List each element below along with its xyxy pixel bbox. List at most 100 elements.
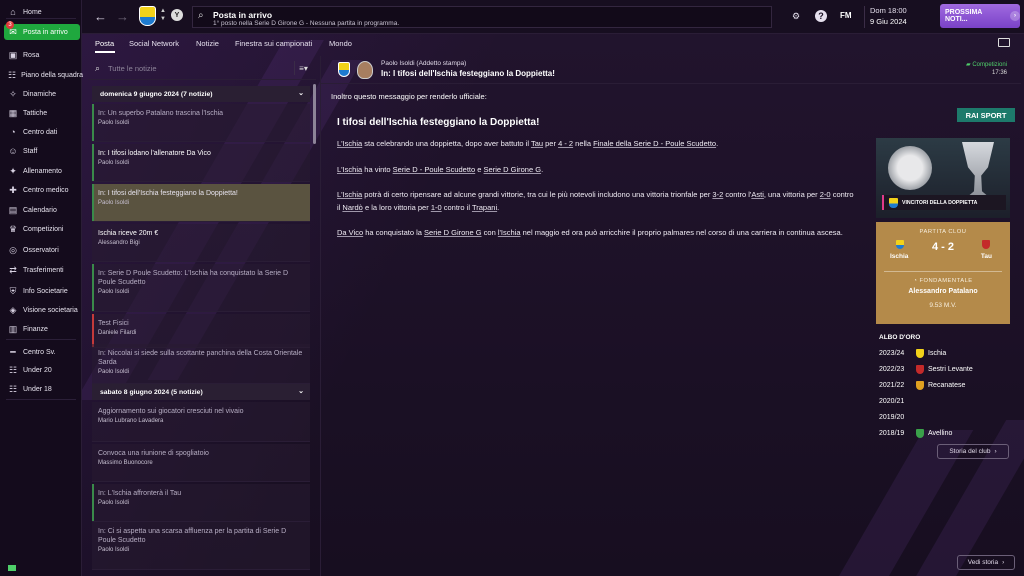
sender-name[interactable]: Paolo Isoldi (Addetto stampa) (381, 60, 466, 67)
trophy-card: VINCITORI DELLA DOPPIETTA (876, 138, 1010, 218)
club-crest[interactable] (139, 6, 156, 26)
message-title: In: Un superbo Patalano trascina l'Ischi… (98, 110, 224, 117)
filter-input[interactable]: Tutte le notizie (108, 64, 157, 73)
list-item[interactable]: In: Niccolai si siede sulla scottante pa… (92, 344, 310, 384)
match-card[interactable]: PARTITA CLOU 4 - 2 Ischia Tau ◔ FONDAMEN… (876, 222, 1010, 324)
sidebar-item-staff[interactable]: ☺ Staff (4, 143, 80, 159)
continue-button[interactable]: PROSSIMA NOTI... › (940, 4, 1020, 28)
sidebar-item-label: Posta in arrivo (23, 28, 68, 36)
search-bar[interactable]: ⌕ Posta in arrivo 1° posto nella Serie D… (192, 6, 772, 28)
sidebar-item-label: Finanze (23, 325, 48, 333)
scout-icon: ◎ (9, 244, 17, 255)
date-group-label: domenica 9 giugno 2024 (7 notizie) (100, 90, 213, 98)
message-title: In: L'Ischia affronterà il Tau (98, 490, 182, 497)
sidebar-item-competizioni[interactable]: ♛ Competizioni (4, 221, 80, 237)
sidebar-item-centro-medico[interactable]: ✚ Centro medico (4, 182, 80, 198)
medical-icon: ✚ (9, 184, 17, 195)
manager-icon[interactable]: Y (171, 9, 183, 21)
tab-notizie[interactable]: Notizie (196, 39, 219, 48)
u20-icon: ☷ (8, 364, 18, 375)
sidebar-item-centro-dati[interactable]: ◔ Centro dati (4, 124, 80, 140)
screen-icon[interactable] (998, 38, 1010, 47)
message-header: Paolo Isoldi (Addetto stampa) In: I tifo… (321, 56, 1021, 84)
date-group-label: sabato 8 giugno 2024 (5 notizie) (100, 388, 203, 396)
trophy-label: VINCITORI DELLA DOPPIETTA (882, 195, 1006, 210)
date-group-header[interactable]: sabato 8 giugno 2024 (5 notizie) ⌄ (92, 384, 310, 400)
sidebar-item-label: Centro medico (23, 186, 69, 194)
list-item[interactable]: Ischia riceve 20m € Alessandro Bigi (92, 224, 310, 262)
view-story-button[interactable]: Vedi storia › (957, 555, 1015, 570)
article-title: I tifosi dell'Ischia festeggiano la Dopp… (337, 117, 540, 128)
sidebar-item-posta-in-arrivo[interactable]: ✉ Posta in arrivo 3 (4, 21, 80, 40)
message-title: In: Serie D Poule Scudetto: L'Ischia ha … (98, 270, 289, 286)
settings-icon[interactable]: ⚙ (790, 10, 802, 22)
list-item[interactable]: In: Ci si aspetta una scarsa affluenza p… (92, 522, 310, 570)
sidebar-item-info-societarie[interactable]: ⛨ Info Societarie (4, 283, 80, 299)
chevron-right-icon: › (994, 448, 997, 455)
filter-bar[interactable]: ⌕ Tutte le notizie ≡▾ (88, 56, 316, 80)
message-sender: Paolo Isoldi (98, 369, 130, 375)
sidebar-item-tattiche[interactable]: ▦ Tattiche (4, 105, 80, 121)
list-item[interactable]: In: Serie D Poule Scudetto: L'Ischia ha … (92, 264, 310, 312)
dev-centre-icon: ━ (10, 346, 16, 357)
tab-finestra-campionati[interactable]: Finestra sui campionati (235, 39, 312, 48)
sidebar-item-dinamiche[interactable]: ✧ Dinamiche (4, 86, 80, 102)
sort-menu-icon[interactable]: ≡▾ (294, 61, 312, 75)
sidebar-item-label: Under 18 (23, 385, 52, 393)
category-bar (92, 184, 94, 221)
roll-of-honour-row[interactable]: 2021/22 Recanatese (879, 380, 1009, 394)
roll-of-honour-row[interactable]: 2018/19 Avellino (879, 428, 1009, 442)
sidebar-item-piano-della-squadra[interactable]: ☷ Piano della squadra (4, 67, 83, 83)
forward-arrow-icon[interactable]: → (116, 9, 129, 24)
roll-of-honour-row[interactable]: 2020/21 (879, 396, 1009, 410)
sidebar-item-osservatori[interactable]: ◎ Osservatori (4, 242, 80, 258)
list-item[interactable]: Test Fisici Daniele Filardi (92, 314, 310, 348)
shirt-icon: ▣ (8, 49, 18, 60)
winner-team: Sestri Levante (928, 366, 973, 373)
transfer-icon: ⇄ (9, 264, 17, 275)
sidebar-item-rosa[interactable]: ▣ Rosa (4, 47, 80, 63)
people-icon: ☷ (8, 69, 17, 80)
sidebar-item-allenamento[interactable]: ✦ Allenamento (4, 163, 80, 179)
list-scrollbar[interactable] (313, 84, 316, 144)
tab-social-network[interactable]: Social Network (129, 39, 179, 48)
view-story-label: Vedi storia (967, 559, 999, 566)
home-team: Ischia (890, 253, 909, 260)
roll-of-honour-row[interactable]: 2022/23 Sestri Levante (879, 364, 1009, 378)
sidebar-item-finanze[interactable]: ▥ Finanze (4, 321, 80, 337)
sidebar-item-label: Centro Sv. (23, 348, 56, 356)
back-arrow-icon[interactable]: ← (94, 9, 107, 24)
time-text: Dom 18:00 (870, 6, 907, 15)
chevron-down-icon[interactable]: ⌄ (298, 89, 304, 97)
status-icon[interactable] (8, 565, 16, 571)
message-sender: Paolo Isoldi (98, 120, 130, 126)
fm-logo[interactable]: FM (840, 11, 852, 20)
list-item[interactable]: In: I tifosi dell'Ischia festeggiano la … (92, 184, 310, 222)
sidebar-item-visione-societaria[interactable]: ◈ Visione societaria (4, 302, 80, 318)
sidebar-item-centro-sv-[interactable]: ━ Centro Sv. (4, 344, 80, 360)
message-sender: Daniele Filardi (98, 330, 137, 336)
date-group-header[interactable]: domenica 9 giugno 2024 (7 notizie) ⌄ (92, 86, 310, 102)
list-item[interactable]: In: L'Ischia affronterà il Tau Paolo Isol… (92, 484, 310, 522)
sidebar-item-calendario[interactable]: ▤ Calendario (4, 202, 80, 218)
team-crest-icon (916, 381, 924, 390)
tab-posta[interactable]: Posta (95, 39, 114, 48)
club-history-button[interactable]: Storia del club › (937, 444, 1009, 459)
sidebar: ⌂ Home ✉ Posta in arrivo 3 ▣ Rosa ☷ Piano della … (0, 0, 83, 576)
chevron-down-icon[interactable]: ⌄ (298, 387, 304, 395)
roll-of-honour-row[interactable]: 2019/20 (879, 412, 1009, 426)
list-item[interactable]: Convoca una riunione di spogliatoio Massi… (92, 444, 310, 482)
sender-avatar[interactable] (357, 61, 373, 79)
sidebar-item-trasferimenti[interactable]: ⇄ Trasferimenti (4, 262, 80, 278)
tab-mondo[interactable]: Mondo (329, 39, 352, 48)
list-item[interactable]: In: Un superbo Patalano trascina l'Ischi… (92, 104, 310, 142)
help-icon[interactable]: ? (815, 10, 827, 22)
sidebar-item-under-18[interactable]: ☷ Under 18 (4, 381, 80, 397)
message-title: Test Fisici (98, 320, 129, 327)
roll-of-honour-row[interactable]: 2023/24 Ischia (879, 348, 1009, 362)
sidebar-item-under-20[interactable]: ☷ Under 20 (4, 362, 80, 378)
sidebar-divider (6, 18, 76, 19)
club-switch-icon[interactable]: ▲ ▼ (160, 7, 166, 23)
list-item[interactable]: Aggiornamento sui giocatori cresciuti ne… (92, 402, 310, 442)
list-item[interactable]: In: I tifosi lodano l'allenatore Da Vico… (92, 144, 310, 182)
